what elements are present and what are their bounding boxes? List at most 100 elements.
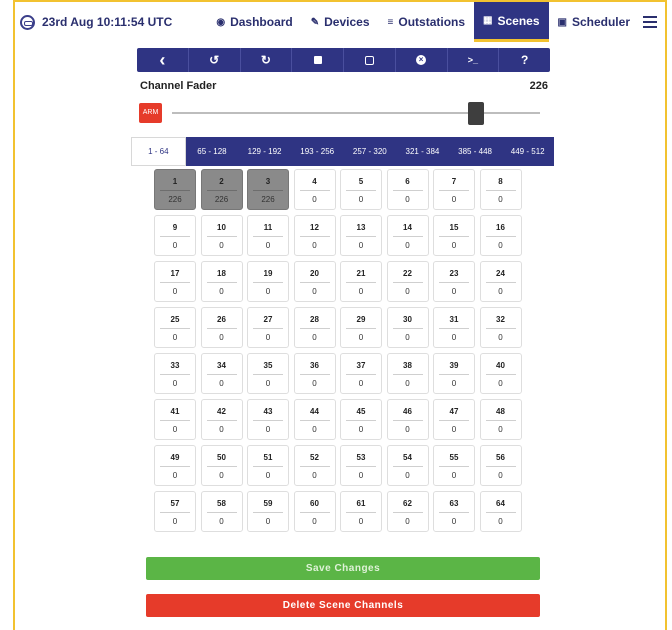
channel-cell[interactable]: 43 0 [247, 399, 289, 440]
channel-cell[interactable]: 60 [386, 169, 429, 210]
channel-cell[interactable]: 28 0 [293, 307, 336, 348]
channel-divider [392, 236, 423, 237]
channel-cell[interactable]: 59 0 [247, 491, 289, 532]
channel-cell[interactable]: 41 0 [154, 399, 196, 440]
redo-button[interactable]: ↻ [241, 48, 293, 72]
channel-cell[interactable]: 47 0 [433, 399, 475, 440]
channel-cell[interactable]: 30 0 [386, 307, 429, 348]
channel-cell[interactable]: 36 0 [293, 353, 336, 394]
range-tab[interactable]: 1 - 64 [131, 137, 186, 166]
clear-button[interactable]: × [396, 48, 448, 72]
channel-cell[interactable]: 57 0 [154, 491, 196, 532]
channel-cell[interactable]: 29 0 [340, 307, 382, 348]
select-none-button[interactable] [344, 48, 396, 72]
channel-divider [485, 374, 516, 375]
channel-cell[interactable]: 46 0 [386, 399, 429, 440]
channel-cell[interactable]: 33 0 [154, 353, 196, 394]
channel-cell[interactable]: 90 [154, 215, 196, 256]
nav-scheduler[interactable]: ▣ Scheduler [549, 2, 639, 42]
channel-cell[interactable]: 40 0 [479, 353, 522, 394]
range-tab[interactable]: 385 - 448 [449, 137, 502, 166]
channel-cell[interactable]: 49 0 [154, 445, 196, 486]
fader-thumb[interactable] [468, 102, 484, 125]
channel-cell[interactable]: 22 0 [386, 261, 429, 302]
channel-cell[interactable]: 10 0 [200, 215, 243, 256]
channel-cell[interactable]: 42 0 [200, 399, 243, 440]
channel-cell[interactable]: 18 0 [200, 261, 243, 302]
channel-cell[interactable]: 64 0 [479, 491, 522, 532]
range-tab[interactable]: 193 - 256 [291, 137, 344, 166]
channel-cell[interactable]: 15 0 [433, 215, 475, 256]
fader-track[interactable] [172, 112, 540, 114]
channel-cell[interactable]: 61 0 [340, 491, 382, 532]
range-tab[interactable]: 449 - 512 [501, 137, 554, 166]
channel-divider [439, 282, 469, 283]
channel-divider [253, 374, 283, 375]
back-button[interactable]: ‹ [137, 48, 189, 72]
channel-cell[interactable]: 48 0 [479, 399, 522, 440]
channel-cell[interactable]: 25 0 [154, 307, 196, 348]
delete-scene-channels-button[interactable]: Delete Scene Channels [146, 594, 540, 617]
undo-button[interactable]: ↺ [189, 48, 241, 72]
channel-cell[interactable]: 45 0 [340, 399, 382, 440]
channel-cell[interactable]: 60 0 [293, 491, 336, 532]
channel-cell[interactable]: 14 0 [386, 215, 429, 256]
channel-cell[interactable]: 13 0 [340, 215, 382, 256]
channel-cell[interactable]: 38 0 [386, 353, 429, 394]
channel-cell[interactable]: 44 0 [293, 399, 336, 440]
channel-cell[interactable]: 56 0 [479, 445, 522, 486]
channel-cell[interactable]: 63 0 [433, 491, 475, 532]
channel-number: 47 [449, 407, 459, 416]
channel-cell[interactable]: 2 226 [200, 169, 243, 210]
channel-cell[interactable]: 58 0 [200, 491, 243, 532]
channel-cell[interactable]: 19 0 [247, 261, 289, 302]
channel-cell[interactable]: 52 0 [293, 445, 336, 486]
channel-cell[interactable]: 80 [479, 169, 522, 210]
channel-cell[interactable]: 34 0 [200, 353, 243, 394]
nav-devices[interactable]: ✎ Devices [302, 2, 379, 42]
range-tab[interactable]: 321 - 384 [396, 137, 449, 166]
channel-number: 30 [403, 315, 412, 324]
channel-value: 0 [265, 471, 271, 480]
channel-cell[interactable]: 24 0 [479, 261, 522, 302]
channel-cell[interactable]: 62 0 [386, 491, 429, 532]
channel-cell[interactable]: 26 0 [200, 307, 243, 348]
channel-cell[interactable]: 3 226 [247, 169, 289, 210]
channel-cell[interactable]: 27 0 [247, 307, 289, 348]
range-tab[interactable]: 257 - 320 [344, 137, 397, 166]
channel-cell[interactable]: 21 0 [340, 261, 382, 302]
channel-cell[interactable]: 50 [340, 169, 382, 210]
help-button[interactable]: ? [499, 48, 550, 72]
channel-cell[interactable]: 51 0 [247, 445, 289, 486]
channel-cell[interactable]: 23 0 [433, 261, 475, 302]
channel-cell[interactable]: 55 0 [433, 445, 475, 486]
nav-dashboard[interactable]: ◉ Dashboard [207, 2, 301, 42]
nav-outstations[interactable]: ≡ Outstations [379, 2, 475, 42]
channel-cell[interactable]: 50 0 [200, 445, 243, 486]
arm-button[interactable]: ARM [139, 103, 162, 123]
channel-cell[interactable]: 17 0 [154, 261, 196, 302]
save-changes-button[interactable]: Save Changes [146, 557, 540, 580]
channel-cell[interactable]: 12 0 [293, 215, 336, 256]
channel-cell[interactable]: 35 0 [247, 353, 289, 394]
channel-cell[interactable]: 54 0 [386, 445, 429, 486]
channel-cell[interactable]: 1 226 [154, 169, 196, 210]
channel-cell[interactable]: 32 0 [479, 307, 522, 348]
channel-cell[interactable]: 39 0 [433, 353, 475, 394]
channel-cell[interactable]: 53 0 [340, 445, 382, 486]
select-all-button[interactable] [292, 48, 344, 72]
nav-scenes[interactable]: ▦ Scenes [474, 2, 549, 42]
range-tab[interactable]: 65 - 128 [186, 137, 239, 166]
channel-cell[interactable]: 70 [433, 169, 475, 210]
channel-divider [160, 466, 190, 467]
channel-cell[interactable]: 31 0 [433, 307, 475, 348]
channel-cell[interactable]: 40 [293, 169, 336, 210]
channel-number: 49 [170, 453, 180, 462]
channel-cell[interactable]: 11 0 [247, 215, 289, 256]
range-tab[interactable]: 129 - 192 [238, 137, 291, 166]
menu-icon[interactable] [643, 2, 657, 42]
channel-cell[interactable]: 16 0 [479, 215, 522, 256]
channel-cell[interactable]: 20 0 [293, 261, 336, 302]
console-button[interactable]: >_ [448, 48, 500, 72]
channel-cell[interactable]: 37 0 [340, 353, 382, 394]
